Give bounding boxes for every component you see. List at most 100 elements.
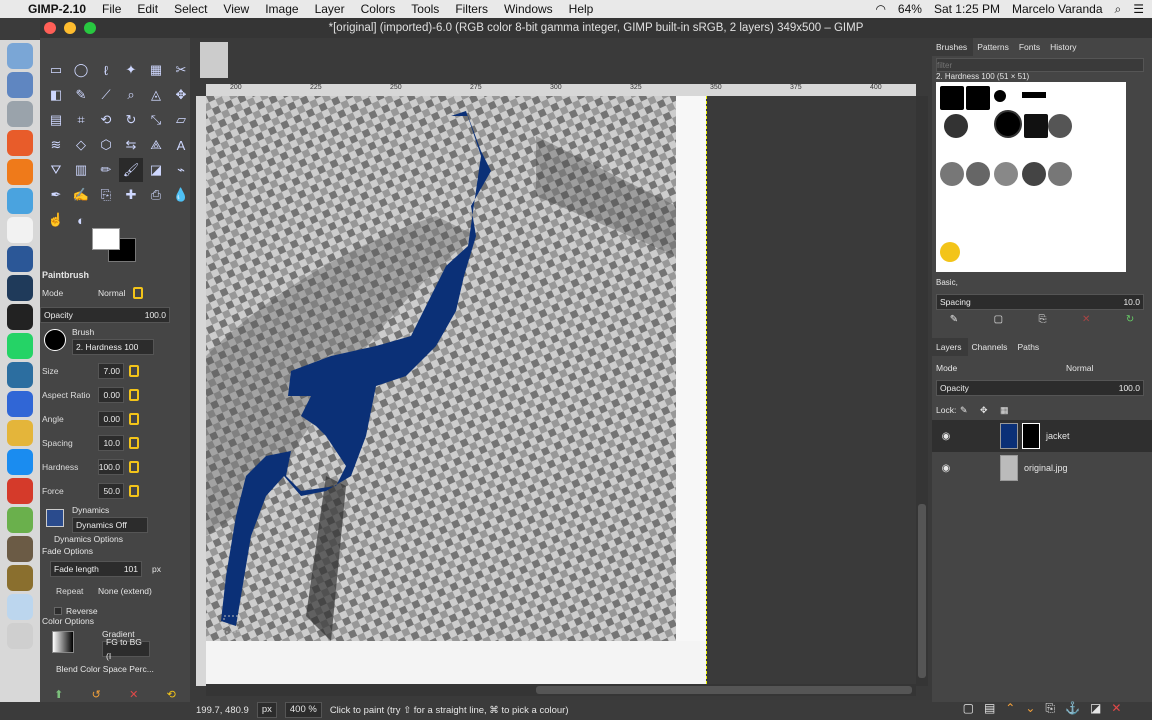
- list-icon[interactable]: ☰: [1133, 2, 1144, 16]
- reverse-checkbox[interactable]: [54, 607, 62, 615]
- warp-transform-icon[interactable]: ≋: [44, 133, 68, 157]
- folder-icon[interactable]: [7, 188, 33, 214]
- size-chain-icon[interactable]: [129, 365, 139, 377]
- brush-item[interactable]: [966, 162, 990, 186]
- delete-layer-icon[interactable]: ✕: [1111, 701, 1121, 715]
- brush-item[interactable]: [1022, 162, 1046, 186]
- tab-paths[interactable]: Paths: [1013, 338, 1045, 356]
- battery-percent[interactable]: 64%: [898, 2, 922, 16]
- image-canvas[interactable]: [206, 96, 706, 684]
- angle-value[interactable]: 0.00: [98, 411, 124, 427]
- delete-brush-icon[interactable]: ✕: [1082, 314, 1090, 332]
- brush-item[interactable]: [940, 162, 964, 186]
- smudge-icon[interactable]: ☝: [44, 208, 68, 232]
- wifi-icon[interactable]: ◠: [875, 2, 885, 16]
- delete-options-icon[interactable]: ✕: [129, 688, 138, 702]
- dynamics-options-toggle[interactable]: Dynamics Options: [40, 534, 123, 544]
- force-value[interactable]: 50.0: [98, 483, 124, 499]
- restore-options-icon[interactable]: ↺: [92, 688, 101, 702]
- search-icon[interactable]: ⌕: [1115, 2, 1122, 17]
- brush-filter-input[interactable]: [936, 58, 1144, 72]
- user-name[interactable]: Marcelo Varanda: [1012, 2, 1103, 16]
- clone-icon[interactable]: ⎘: [94, 183, 118, 207]
- paths-icon[interactable]: ✎: [69, 83, 93, 107]
- perspective-icon[interactable]: ⟁: [144, 133, 168, 157]
- crop-icon[interactable]: ⌗: [69, 108, 93, 132]
- menu-edit[interactable]: Edit: [137, 2, 158, 16]
- lower-layer-icon[interactable]: ⌄: [1025, 701, 1035, 715]
- menu-colors[interactable]: Colors: [361, 2, 396, 16]
- fuzzy-select-icon[interactable]: ✦: [119, 58, 143, 82]
- terminal-icon[interactable]: [7, 304, 33, 330]
- mode-chain-icon[interactable]: [133, 287, 143, 299]
- brush-item[interactable]: [994, 90, 1006, 102]
- anchor-layer-icon[interactable]: ⚓: [1065, 701, 1080, 715]
- vertical-scrollbar[interactable]: [916, 96, 928, 686]
- menu-select[interactable]: Select: [174, 2, 207, 16]
- menu-tools[interactable]: Tools: [411, 2, 439, 16]
- dynamics-field[interactable]: Dynamics Off: [72, 517, 148, 533]
- menu-layer[interactable]: Layer: [315, 2, 345, 16]
- brush-spacing-field[interactable]: Spacing 10.0: [936, 294, 1144, 310]
- layer-row-jacket[interactable]: ◉ jacket: [932, 420, 1152, 452]
- menu-help[interactable]: Help: [569, 2, 594, 16]
- brush-grid[interactable]: [936, 82, 1126, 272]
- tab-brushes[interactable]: Brushes: [932, 38, 974, 56]
- raise-layer-icon[interactable]: ⌃: [1005, 701, 1015, 715]
- refresh-brushes-icon[interactable]: ↻: [1126, 314, 1134, 332]
- brush-item[interactable]: [1048, 114, 1072, 138]
- menu-image[interactable]: Image: [265, 2, 298, 16]
- duplicate-layer-icon[interactable]: ⎘: [1045, 701, 1055, 716]
- tab-layers[interactable]: Layers: [932, 338, 968, 356]
- flip-icon[interactable]: ⇆: [119, 133, 143, 157]
- handle-transform-icon[interactable]: ◇: [69, 133, 93, 157]
- gradient-preview[interactable]: [52, 631, 74, 653]
- document-icon[interactable]: [7, 217, 33, 243]
- lock-pixels-icon[interactable]: ✎: [960, 405, 980, 416]
- menu-file[interactable]: File: [102, 2, 121, 16]
- opacity-field[interactable]: Opacity 100.0: [40, 307, 170, 323]
- color-picker-icon[interactable]: ⟋: [94, 83, 118, 107]
- firefox-icon[interactable]: [7, 130, 33, 156]
- menu-filters[interactable]: Filters: [455, 2, 488, 16]
- tab-fonts[interactable]: Fonts: [1015, 38, 1046, 56]
- lock-position-icon[interactable]: ✥: [980, 405, 1000, 416]
- scale-icon[interactable]: ⤡: [144, 108, 168, 132]
- spacing-value[interactable]: 10.0: [98, 435, 124, 451]
- close-window-button[interactable]: [44, 22, 56, 34]
- quicktime-icon[interactable]: [7, 275, 33, 301]
- save-options-icon[interactable]: ⬆: [54, 688, 63, 702]
- tab-channels[interactable]: Channels: [968, 338, 1014, 356]
- paintbrush-icon[interactable]: 🖌: [119, 158, 143, 182]
- whatsapp-icon[interactable]: [7, 333, 33, 359]
- zoom-icon[interactable]: ⌕: [119, 83, 143, 107]
- horizontal-scroll-thumb[interactable]: [536, 686, 912, 694]
- hardness-chain-icon[interactable]: [129, 461, 139, 473]
- fade-unit-dropdown[interactable]: px: [152, 564, 161, 574]
- settings-icon[interactable]: [7, 101, 33, 127]
- brush-item-selected[interactable]: [994, 110, 1022, 138]
- chrome-icon[interactable]: [7, 420, 33, 446]
- minimize-window-button[interactable]: [64, 22, 76, 34]
- horizontal-scrollbar[interactable]: [206, 684, 916, 696]
- appstore-icon[interactable]: [7, 449, 33, 475]
- clock[interactable]: Sat 1:25 PM: [934, 2, 1000, 16]
- foreground-select-icon[interactable]: ◧: [44, 83, 68, 107]
- brush-preview-icon[interactable]: [44, 329, 66, 351]
- foreground-color-swatch[interactable]: [92, 228, 120, 250]
- menu-view[interactable]: View: [223, 2, 249, 16]
- horizontal-ruler[interactable]: 200 225 250 275 300 325 350 375 400: [206, 84, 916, 96]
- vertical-ruler[interactable]: [196, 96, 206, 686]
- repeat-dropdown[interactable]: None (extend): [98, 586, 152, 596]
- brush-item[interactable]: [1048, 162, 1072, 186]
- app-name[interactable]: GIMP-2.10: [28, 2, 86, 16]
- lock-alpha-icon[interactable]: ▦: [1000, 405, 1020, 416]
- brush-name-field[interactable]: 2. Hardness 100: [72, 339, 154, 355]
- layer-opacity-field[interactable]: Opacity 100.0: [936, 380, 1144, 396]
- heal-icon[interactable]: ✚: [119, 183, 143, 207]
- dodge-burn-icon[interactable]: ◐: [69, 208, 93, 232]
- app-icon[interactable]: [7, 72, 33, 98]
- edit-brush-icon[interactable]: ✎: [950, 314, 958, 332]
- aspect-ratio-value[interactable]: 0.00: [98, 387, 124, 403]
- brush-preset-dropdown[interactable]: Basic,: [936, 278, 958, 287]
